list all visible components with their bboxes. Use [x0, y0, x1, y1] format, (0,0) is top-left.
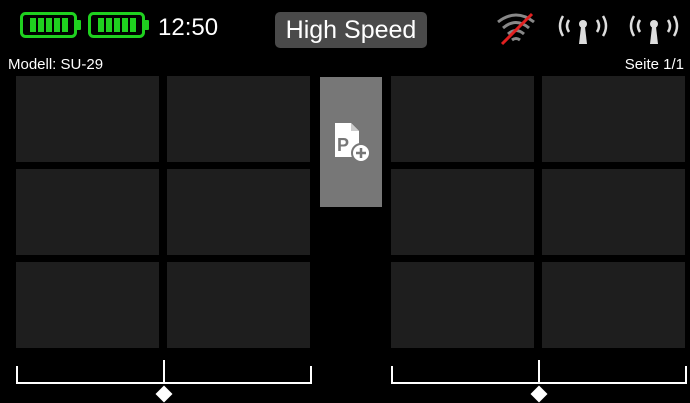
antenna-signal-icon [558, 15, 608, 44]
transmitter-battery-icon [20, 12, 81, 38]
widget-tile[interactable] [391, 76, 534, 162]
add-page-button[interactable]: P [320, 77, 382, 207]
receiver-battery-icon [88, 12, 149, 38]
widget-tile[interactable] [391, 262, 534, 348]
widget-tile[interactable] [16, 76, 159, 162]
trim-marker [530, 385, 548, 403]
widget-tile[interactable] [16, 169, 159, 255]
widget-tile[interactable] [167, 76, 310, 162]
widget-tile[interactable] [167, 262, 310, 348]
page-indicator: Seite 1/1 [624, 56, 684, 73]
flight-mode-badge[interactable]: High Speed [275, 12, 427, 48]
no-signal-icon [497, 12, 535, 46]
widget-tile[interactable] [542, 76, 685, 162]
widget-tile[interactable] [167, 169, 310, 255]
model-name-label: Modell: SU-29 [8, 56, 104, 73]
trim-marker [155, 385, 173, 403]
widget-tile[interactable] [542, 262, 685, 348]
widget-tile[interactable] [16, 262, 159, 348]
clock-time: 12:50 [158, 14, 219, 41]
widget-tile[interactable] [542, 169, 685, 255]
svg-text:P: P [337, 135, 349, 155]
page-add-icon: P [335, 123, 371, 163]
widget-tile[interactable] [391, 169, 534, 255]
antenna-signal-icon [629, 15, 679, 44]
